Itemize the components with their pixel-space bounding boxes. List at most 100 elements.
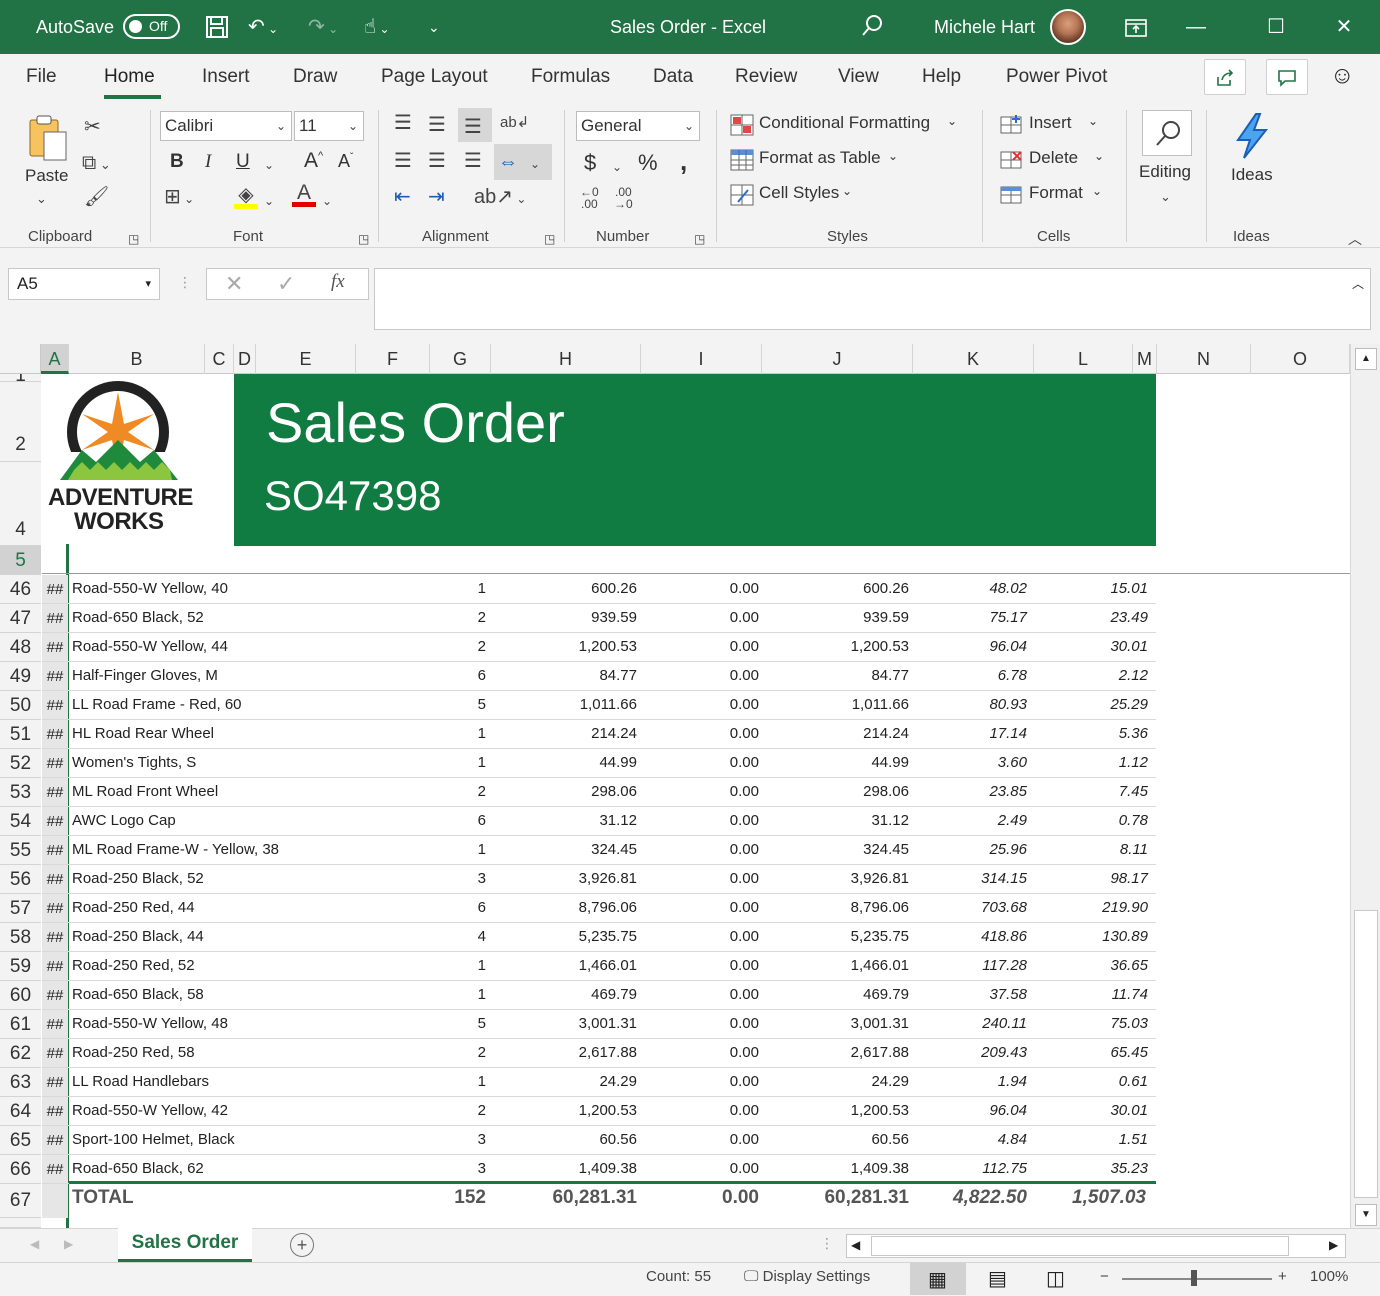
- product-cell[interactable]: HL Road Rear Wheel: [72, 725, 214, 742]
- tab-home[interactable]: Home: [104, 66, 155, 88]
- tab-help[interactable]: Help: [922, 66, 961, 88]
- price-cell[interactable]: 3,001.31: [491, 1015, 637, 1032]
- total-price[interactable]: 60,281.31: [491, 1187, 637, 1209]
- total-qty[interactable]: 152: [430, 1187, 486, 1209]
- product-cell[interactable]: Road-250 Black, 44: [72, 928, 204, 945]
- line-total-cell[interactable]: 31.12: [762, 812, 909, 829]
- qty-cell[interactable]: 3: [430, 870, 486, 887]
- line-total-cell[interactable]: 1,466.01: [762, 957, 909, 974]
- price-cell[interactable]: 214.24: [491, 725, 637, 742]
- line-total-cell[interactable]: 1,200.53: [762, 1102, 909, 1119]
- line-total-cell[interactable]: 8,796.06: [762, 899, 909, 916]
- tab-view[interactable]: View: [838, 66, 879, 88]
- row-header[interactable]: 50: [0, 691, 41, 720]
- tax-cell[interactable]: 209.43: [913, 1044, 1027, 1061]
- scroll-left-icon[interactable]: ◀: [851, 1238, 860, 1252]
- discount-cell[interactable]: 0.00: [641, 986, 759, 1003]
- freight-cell[interactable]: 75.03: [1034, 1015, 1148, 1032]
- bottom-align-button[interactable]: ☰: [458, 108, 492, 142]
- row-header[interactable]: 58: [0, 923, 41, 952]
- align-right-icon[interactable]: ☰: [464, 150, 482, 172]
- qty-cell[interactable]: 6: [430, 667, 486, 684]
- discount-cell[interactable]: 0.00: [641, 725, 759, 742]
- editing-button[interactable]: [1142, 110, 1192, 156]
- number-launcher-icon[interactable]: ◳: [694, 228, 705, 250]
- alignment-launcher-icon[interactable]: ◳: [544, 228, 555, 250]
- tax-cell[interactable]: 314.15: [913, 870, 1027, 887]
- row-header[interactable]: 55: [0, 836, 41, 865]
- cancel-icon[interactable]: ✕: [225, 271, 243, 297]
- underline-dropdown-icon[interactable]: ⌄: [264, 154, 274, 176]
- col-header-m[interactable]: M: [1133, 344, 1157, 374]
- discount-cell[interactable]: 0.00: [641, 841, 759, 858]
- price-cell[interactable]: 1,011.66: [491, 696, 637, 713]
- freight-cell[interactable]: 23.49: [1034, 609, 1148, 626]
- col-header-k[interactable]: K: [913, 344, 1034, 374]
- sheet-tab-sales-order[interactable]: Sales Order: [118, 1228, 252, 1262]
- zoom-out-icon[interactable]: −: [1100, 1268, 1109, 1285]
- page-break-view-icon[interactable]: ◫: [1046, 1266, 1065, 1291]
- qty-cell[interactable]: 3: [430, 1160, 486, 1177]
- currency-dropdown-icon[interactable]: ⌄: [612, 156, 622, 178]
- font-name-combo[interactable]: Calibri ⌄: [160, 111, 292, 141]
- price-cell[interactable]: 1,200.53: [491, 1102, 637, 1119]
- freight-cell[interactable]: 130.89: [1034, 928, 1148, 945]
- line-total-cell[interactable]: 5,235.75: [762, 928, 909, 945]
- zoom-slider-thumb[interactable]: [1191, 1270, 1197, 1286]
- qty-cell[interactable]: 1: [430, 986, 486, 1003]
- paste-icon[interactable]: [26, 114, 70, 167]
- price-cell[interactable]: 469.79: [491, 986, 637, 1003]
- discount-cell[interactable]: 0.00: [641, 957, 759, 974]
- zoom-slider[interactable]: [1122, 1278, 1272, 1280]
- hidden-cell[interactable]: [42, 1184, 68, 1218]
- discount-cell[interactable]: 0.00: [641, 696, 759, 713]
- qty-cell[interactable]: 6: [430, 899, 486, 916]
- col-header-i[interactable]: I: [641, 344, 762, 374]
- col-header-j[interactable]: J: [762, 344, 913, 374]
- col-header-o[interactable]: O: [1251, 344, 1350, 374]
- price-cell[interactable]: 939.59: [491, 609, 637, 626]
- hidden-cell[interactable]: ##: [42, 807, 68, 836]
- line-total-cell[interactable]: 469.79: [762, 986, 909, 1003]
- freight-cell[interactable]: 30.01: [1034, 1102, 1148, 1119]
- user-name[interactable]: Michele Hart: [934, 0, 1035, 54]
- ideas-icon[interactable]: [1232, 112, 1272, 163]
- row-header[interactable]: 52: [0, 749, 41, 778]
- freight-cell[interactable]: 25.29: [1034, 696, 1148, 713]
- discount-cell[interactable]: 0.00: [641, 899, 759, 916]
- freight-cell[interactable]: 8.11: [1034, 841, 1148, 858]
- qty-cell[interactable]: 4: [430, 928, 486, 945]
- enter-icon[interactable]: ✓: [277, 271, 295, 297]
- tax-cell[interactable]: 25.96: [913, 841, 1027, 858]
- tax-cell[interactable]: 4.84: [913, 1131, 1027, 1148]
- freight-cell[interactable]: 5.36: [1034, 725, 1148, 742]
- feedback-smiley-icon[interactable]: ☺: [1330, 62, 1355, 90]
- product-cell[interactable]: Road-550-W Yellow, 40: [72, 580, 228, 597]
- row-header[interactable]: 63: [0, 1068, 41, 1097]
- split-handle-icon[interactable]: ⋮: [820, 1235, 834, 1252]
- discount-cell[interactable]: 0.00: [641, 1131, 759, 1148]
- tax-cell[interactable]: 96.04: [913, 638, 1027, 655]
- maximize-button[interactable]: ☐: [1246, 0, 1306, 54]
- col-header-b[interactable]: B: [69, 344, 205, 374]
- line-total-cell[interactable]: 84.77: [762, 667, 909, 684]
- line-total-cell[interactable]: 44.99: [762, 754, 909, 771]
- redo-icon[interactable]: ↷ ⌄: [308, 14, 338, 42]
- wrap-text-icon[interactable]: ab↲: [500, 112, 529, 134]
- hidden-cell[interactable]: ##: [42, 1155, 68, 1184]
- add-sheet-icon[interactable]: +: [290, 1233, 314, 1257]
- freight-cell[interactable]: 219.90: [1034, 899, 1148, 916]
- col-header-d[interactable]: D: [234, 344, 256, 374]
- discount-cell[interactable]: 0.00: [641, 638, 759, 655]
- tax-cell[interactable]: 75.17: [913, 609, 1027, 626]
- row-header[interactable]: 5: [0, 546, 41, 575]
- save-icon[interactable]: [204, 14, 230, 47]
- product-cell[interactable]: Women's Tights, S: [72, 754, 196, 771]
- product-cell[interactable]: Road-250 Black, 52: [72, 870, 204, 887]
- undo-icon[interactable]: ↶ ⌄: [248, 14, 278, 42]
- row-header[interactable]: 67: [0, 1184, 41, 1218]
- row-header[interactable]: 47: [0, 604, 41, 633]
- font-color-dropdown-icon[interactable]: ⌄: [322, 190, 332, 212]
- discount-cell[interactable]: 0.00: [641, 812, 759, 829]
- freight-cell[interactable]: 65.45: [1034, 1044, 1148, 1061]
